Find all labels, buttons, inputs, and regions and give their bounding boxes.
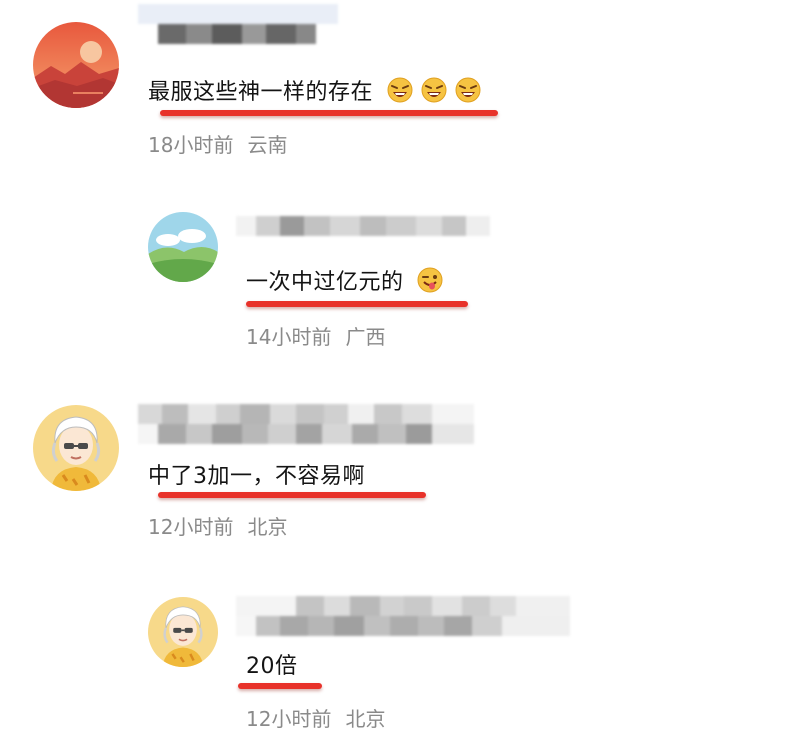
user-avatar[interactable] bbox=[33, 22, 119, 108]
comment-time: 18小时前 bbox=[148, 133, 234, 157]
comment-text-content: 中了3加一，不容易啊 bbox=[148, 464, 365, 489]
user-avatar[interactable] bbox=[148, 597, 218, 667]
user-avatar[interactable] bbox=[33, 405, 119, 491]
comment-text-content: 最服这些神一样的存在 bbox=[148, 80, 374, 105]
comment-time: 12小时前 bbox=[148, 515, 234, 539]
comment-text: 20倍 bbox=[246, 652, 298, 682]
comment-text: 中了3加一，不容易啊 bbox=[148, 462, 365, 492]
comment-meta: 12小时前 北京 bbox=[148, 514, 287, 540]
comment-meta: 12小时前 北京 bbox=[246, 706, 385, 732]
sunset-avatar-icon bbox=[33, 22, 119, 108]
username-blurred[interactable] bbox=[236, 216, 490, 256]
comment-time: 12小时前 bbox=[246, 707, 332, 731]
comment-text-content: 一次中过亿元的 bbox=[246, 270, 404, 295]
comment-meta: 14小时前 广西 bbox=[246, 324, 385, 350]
comment-location: 北京 bbox=[345, 707, 386, 731]
comment-location: 云南 bbox=[247, 133, 288, 157]
tongue-wink-emoji-icon bbox=[417, 267, 443, 293]
comment-location: 北京 bbox=[247, 515, 288, 539]
comment-text: 最服这些神一样的存在 bbox=[148, 77, 481, 108]
landscape-avatar-icon bbox=[148, 212, 218, 282]
red-underline bbox=[160, 110, 498, 116]
laughing-emoji-icon bbox=[387, 77, 413, 103]
laughing-emoji-icon bbox=[455, 77, 481, 103]
cartoon-person-avatar-icon bbox=[148, 597, 218, 667]
comment-meta: 18小时前 云南 bbox=[148, 132, 287, 158]
red-underline bbox=[238, 683, 322, 689]
red-underline bbox=[246, 301, 468, 307]
username-blurred[interactable] bbox=[138, 4, 338, 44]
username-blurred[interactable] bbox=[236, 596, 570, 636]
laughing-emoji-icon bbox=[421, 77, 447, 103]
comment-time: 14小时前 bbox=[246, 325, 332, 349]
comment-text: 一次中过亿元的 bbox=[246, 267, 443, 298]
username-blurred[interactable] bbox=[138, 404, 474, 444]
comment-text-content: 20倍 bbox=[246, 654, 298, 679]
comment-location: 广西 bbox=[345, 325, 386, 349]
red-underline bbox=[158, 492, 426, 498]
user-avatar[interactable] bbox=[148, 212, 218, 282]
cartoon-person-avatar-icon bbox=[33, 405, 119, 491]
